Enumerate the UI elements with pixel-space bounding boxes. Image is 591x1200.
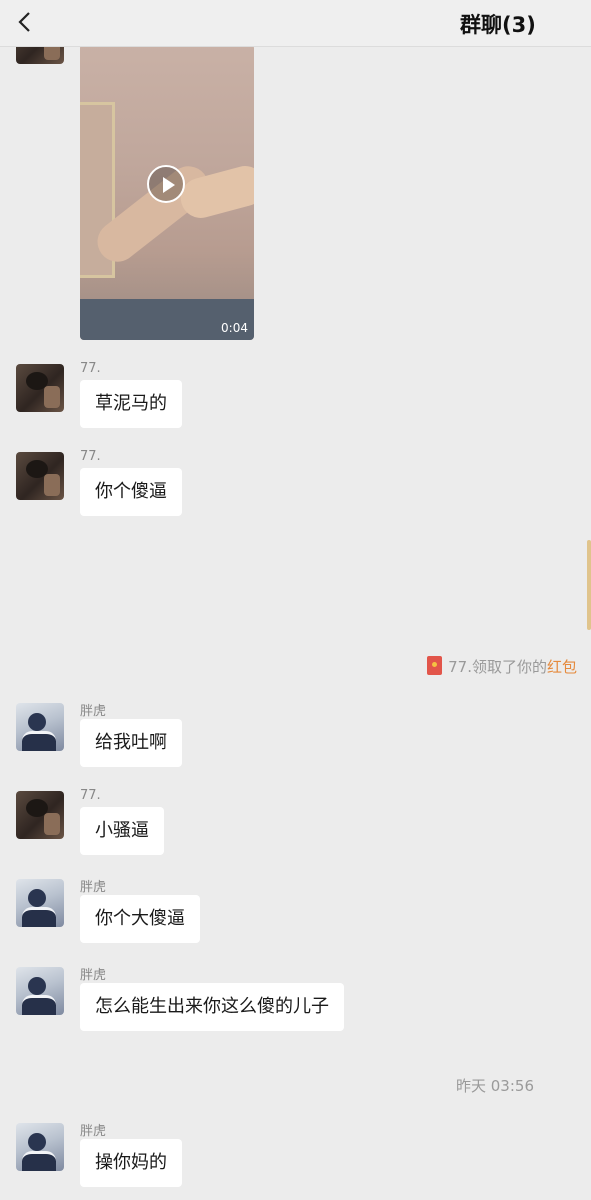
sender-name: 77. (80, 449, 101, 464)
sender-name: 胖虎 (80, 968, 107, 983)
message-bubble[interactable]: 你个傻逼 (80, 468, 182, 516)
back-arrow-icon[interactable] (14, 11, 36, 33)
message-bubble[interactable]: 给我吐啊 (80, 719, 182, 767)
timestamp: 昨天 03:56 (456, 1077, 534, 1095)
video-duration: 0:04 (221, 321, 248, 335)
message-bubble[interactable]: 操你妈的 (80, 1139, 182, 1187)
sender-name: 胖虎 (80, 704, 107, 719)
red-packet-icon (427, 656, 443, 675)
video-message[interactable]: 0:04 (80, 44, 254, 340)
message-bubble[interactable]: 草泥马的 (80, 380, 182, 428)
message-bubble[interactable]: 小骚逼 (80, 807, 164, 855)
avatar[interactable] (16, 791, 64, 839)
avatar[interactable] (16, 364, 64, 412)
sender-name: 胖虎 (80, 880, 107, 895)
sender-name: 77. (80, 788, 101, 803)
sender-name: 77. (80, 361, 101, 376)
message-bubble[interactable]: 怎么能生出来你这么傻的儿子 (80, 983, 344, 1031)
avatar[interactable] (16, 703, 64, 751)
play-icon[interactable] (147, 165, 185, 203)
message-bubble[interactable]: 你个大傻逼 (80, 895, 200, 943)
chat-title: 群聊(3) (460, 13, 536, 37)
avatar[interactable] (16, 452, 64, 500)
avatar[interactable] (16, 879, 64, 927)
scrollbar-thumb[interactable] (587, 540, 591, 630)
avatar[interactable] (16, 967, 64, 1015)
avatar[interactable] (16, 1123, 64, 1171)
red-packet-notice: 77.领取了你的红包 (427, 656, 577, 677)
red-packet-text: 77.领取了你的 (448, 658, 547, 676)
sender-name: 胖虎 (80, 1124, 107, 1139)
red-packet-link[interactable]: 红包 (547, 658, 577, 676)
chat-header: 群聊(3) (0, 0, 591, 47)
